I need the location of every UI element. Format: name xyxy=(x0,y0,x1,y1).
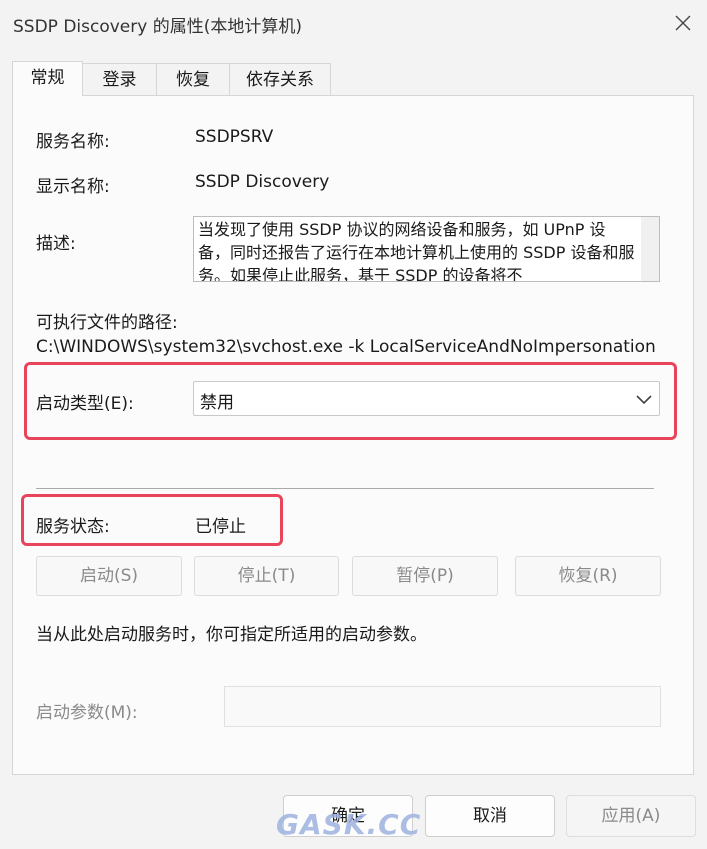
status-highlight xyxy=(21,494,283,546)
tab-dependencies[interactable]: 依存关系 xyxy=(229,63,331,95)
tab-logon[interactable]: 登录 xyxy=(82,63,157,95)
stop-button[interactable]: 停止(T) xyxy=(194,556,339,596)
path-value: C:\WINDOWS\system32\svchost.exe -k Local… xyxy=(36,337,661,357)
description-box[interactable]: 当发现了使用 SSDP 协议的网络设备和服务，如 UPnP 设备，同时还报告了运… xyxy=(193,216,660,282)
start-button[interactable]: 启动(S) xyxy=(36,556,182,596)
watermark: GASK.CC xyxy=(276,808,422,841)
separator xyxy=(36,488,654,489)
startup-type-highlight xyxy=(24,362,677,440)
apply-button[interactable]: 应用(A) xyxy=(566,795,696,837)
service-name-label: 服务名称: xyxy=(36,132,110,152)
tab-recovery[interactable]: 恢复 xyxy=(156,63,230,95)
start-params-hint: 当从此处启动服务时，你可指定所适用的启动参数。 xyxy=(36,625,427,645)
resume-button[interactable]: 恢复(R) xyxy=(515,556,661,596)
display-name-label: 显示名称: xyxy=(36,177,110,197)
title-bar: SSDP Discovery 的属性(本地计算机) xyxy=(0,0,707,46)
tab-general[interactable]: 常规 xyxy=(12,61,83,96)
description-label: 描述: xyxy=(36,234,76,254)
start-params-input[interactable] xyxy=(224,686,661,727)
start-params-label: 启动参数(M): xyxy=(36,703,138,723)
window-title: SSDP Discovery 的属性(本地计算机) xyxy=(13,17,302,37)
path-label: 可执行文件的路径: xyxy=(36,313,178,333)
close-icon[interactable] xyxy=(668,8,698,38)
display-name-value: SSDP Discovery xyxy=(195,172,330,192)
cancel-button[interactable]: 取消 xyxy=(425,795,555,837)
pause-button[interactable]: 暂停(P) xyxy=(352,556,498,596)
description-text: 当发现了使用 SSDP 协议的网络设备和服务，如 UPnP 设备，同时还报告了运… xyxy=(198,220,635,282)
service-name-value: SSDPSRV xyxy=(195,127,274,147)
description-scrollbar[interactable] xyxy=(641,217,659,281)
